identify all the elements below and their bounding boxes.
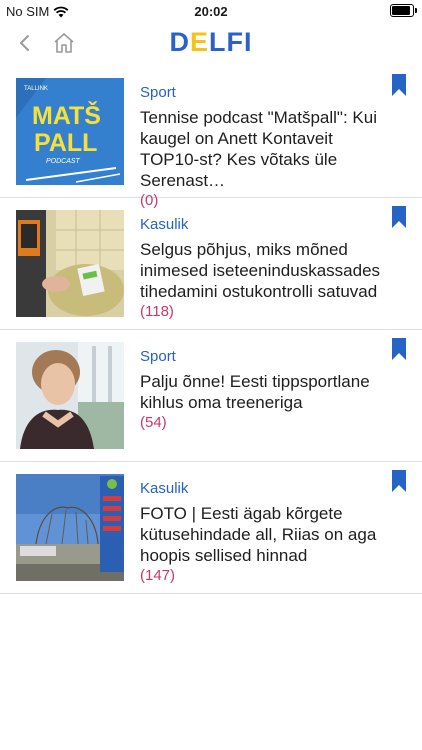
nav-bar: DELFI	[0, 22, 422, 66]
clock: 20:02	[194, 4, 228, 19]
article-list: TALLINK MATŠ PALL PODCAST Sport Tennise …	[0, 66, 422, 594]
article-title[interactable]: Tennise podcast "Matšpall": Kui kaugel o…	[140, 107, 382, 191]
podcast-title-line1: MATŠ	[32, 100, 101, 130]
comment-count[interactable]: (54)	[140, 413, 382, 432]
article-category[interactable]: Kasulik	[140, 480, 382, 497]
article-text: Sport Tennise podcast "Matšpall": Kui ka…	[140, 84, 382, 210]
article-text: Sport Palju õnne! Eesti tippsportlane ki…	[140, 348, 382, 432]
bookmark-icon[interactable]	[392, 338, 406, 360]
checkout-thumbnail	[16, 210, 124, 317]
comment-count[interactable]: (118)	[140, 302, 382, 321]
bookmark-icon[interactable]	[392, 206, 406, 228]
article-item[interactable]: Kasulik Selgus põhjus, miks mõned inimes…	[0, 198, 422, 330]
podcast-title-line2: PALL	[34, 129, 97, 157]
fuel-station-thumbnail	[16, 474, 124, 581]
status-right	[390, 4, 417, 17]
article-item[interactable]: Sport Palju õnne! Eesti tippsportlane ki…	[0, 330, 422, 462]
article-item[interactable]: Kasulik FOTO | Eesti ägab kõrgete kütuse…	[0, 462, 422, 594]
bookmark-icon[interactable]	[392, 74, 406, 96]
podcast-thumbnail: TALLINK MATŠ PALL PODCAST	[16, 78, 124, 185]
comment-count[interactable]: (147)	[140, 566, 382, 585]
delfi-logo[interactable]: DELFI	[0, 27, 422, 58]
article-category[interactable]: Sport	[140, 348, 382, 365]
logo-letter: E	[189, 27, 209, 57]
status-bar: No SIM 20:02	[0, 0, 422, 22]
logo-letter: D	[169, 27, 190, 57]
article-title[interactable]: Selgus põhjus, miks mõned inimesed isete…	[140, 239, 382, 302]
article-item[interactable]: TALLINK MATŠ PALL PODCAST Sport Tennise …	[0, 66, 422, 209]
logo-letter: I	[244, 27, 253, 57]
article-category[interactable]: Sport	[140, 84, 382, 101]
article-category[interactable]: Kasulik	[140, 216, 382, 233]
tallink-label: TALLINK	[24, 86, 48, 92]
bookmark-icon[interactable]	[392, 470, 406, 492]
article-title[interactable]: FOTO | Eesti ägab kõrgete kütusehindade …	[140, 503, 382, 566]
podcast-subtitle: PODCAST	[46, 158, 81, 165]
logo-letter: L	[209, 27, 227, 57]
article-text: Kasulik FOTO | Eesti ägab kõrgete kütuse…	[140, 480, 382, 585]
battery-icon	[390, 4, 417, 17]
logo-letter: F	[226, 27, 244, 57]
athlete-thumbnail	[16, 342, 124, 449]
article-text: Kasulik Selgus põhjus, miks mõned inimes…	[140, 216, 382, 321]
article-title[interactable]: Palju õnne! Eesti tippsportlane kihlus o…	[140, 371, 382, 413]
